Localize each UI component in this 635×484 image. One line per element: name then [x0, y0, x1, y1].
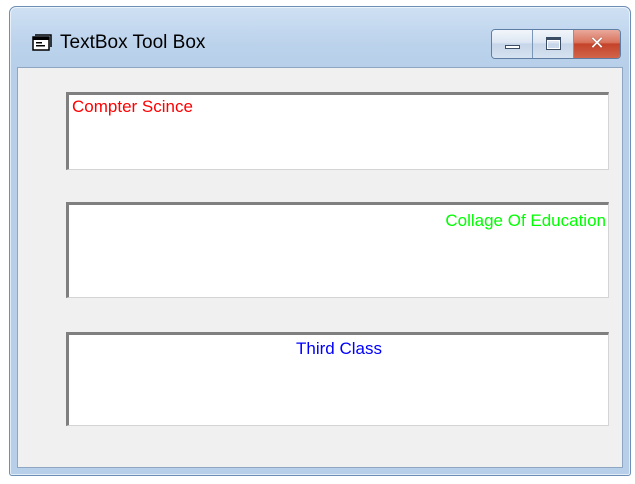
maximize-button[interactable]	[533, 30, 574, 58]
minimize-icon	[505, 45, 520, 49]
close-icon: ✕	[589, 33, 605, 54]
maximize-icon	[546, 37, 561, 50]
textbox-third-class[interactable]: Third Class	[66, 332, 609, 426]
title-bar[interactable]: TextBox Tool Box ✕	[10, 7, 630, 67]
textbox-computer-science[interactable]: Compter Scince	[66, 92, 609, 170]
form-icon	[32, 34, 52, 51]
caption-buttons: ✕	[491, 29, 621, 59]
close-button[interactable]: ✕	[574, 30, 620, 58]
minimize-button[interactable]	[492, 30, 533, 58]
textbox-college-of-education[interactable]: Collage Of Education	[66, 202, 609, 298]
form-client-area: Compter Scince Collage Of Education Thir…	[17, 67, 623, 468]
window-title: TextBox Tool Box	[60, 32, 206, 53]
app-window: TextBox Tool Box ✕ Compter Scince Collag…	[9, 6, 631, 476]
